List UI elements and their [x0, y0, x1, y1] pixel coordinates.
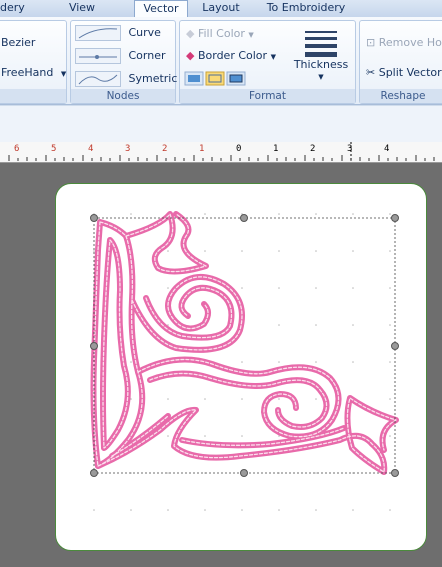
resize-handle-left[interactable]	[90, 342, 98, 350]
resize-handle-top-left[interactable]	[90, 214, 98, 222]
corner-ornament-design[interactable]	[0, 0, 442, 567]
resize-handle-bottom-left[interactable]	[90, 469, 98, 477]
resize-handle-right[interactable]	[391, 342, 399, 350]
resize-handle-top-right[interactable]	[391, 214, 399, 222]
resize-handle-bottom[interactable]	[240, 469, 248, 477]
resize-handle-bottom-right[interactable]	[391, 469, 399, 477]
resize-handle-top[interactable]	[240, 214, 248, 222]
